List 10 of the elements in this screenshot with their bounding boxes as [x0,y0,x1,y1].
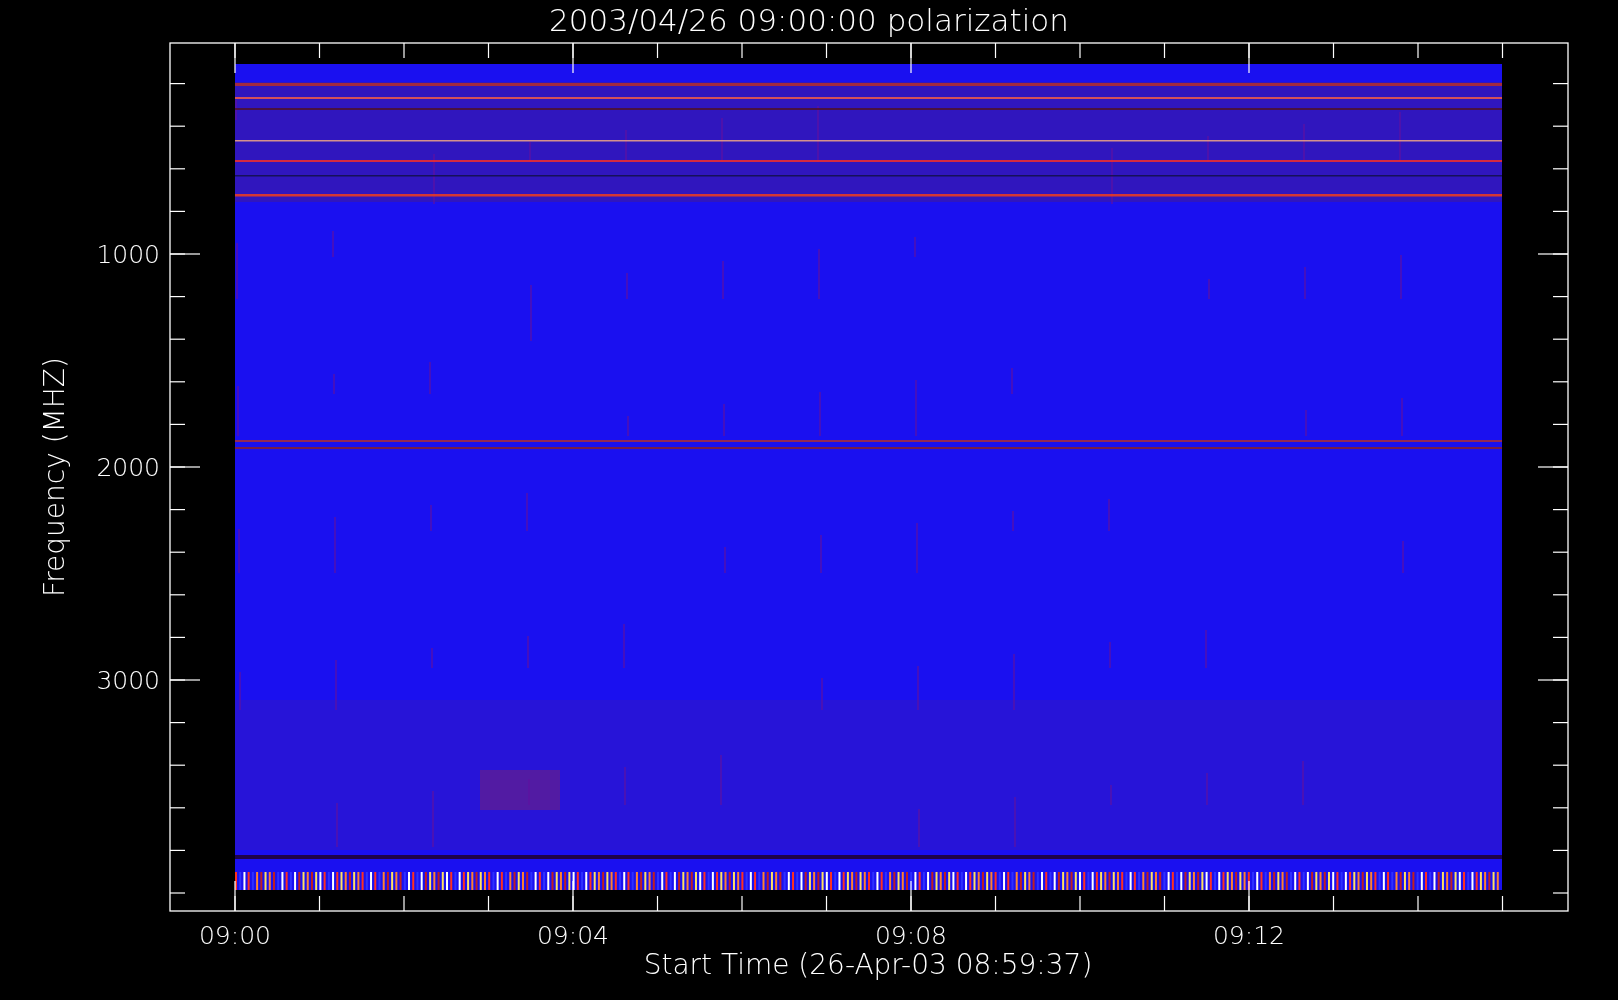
x-tick-label: 09:04 [537,921,609,950]
x-tick-label: 09:12 [1213,921,1285,950]
y-tick-label: 2000 [96,453,160,482]
y-tick-label: 1000 [96,240,160,269]
x-tick-label: 09:00 [199,921,271,950]
x-axis-label: Start Time (26-Apr-03 08:59:37) [643,948,1093,981]
y-tick-label: 3000 [96,666,160,695]
y-axis-label: Frequency (MHZ) [38,357,71,597]
x-tick-label: 09:08 [875,921,947,950]
plot-title: 2003/04/26 09:00:00 polarization [549,2,1069,38]
